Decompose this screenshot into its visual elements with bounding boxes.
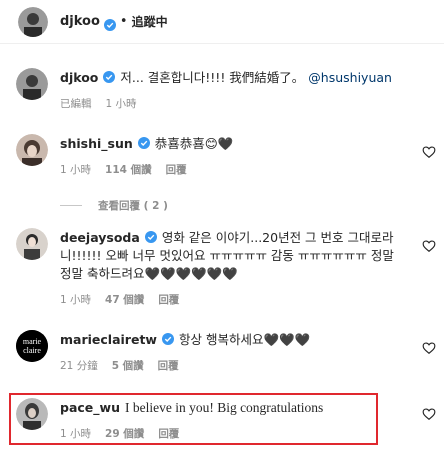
comment-text: marieclairetw 항상 행복하세요🖤🖤🖤 [60,331,410,349]
avatar[interactable] [16,68,48,100]
avatar[interactable]: marie claire [16,330,48,362]
avatar[interactable] [16,228,48,260]
edited-label: 已編輯 [60,98,92,110]
comment-text: shishi_sun 恭喜恭喜😊🖤 [60,135,410,153]
heart-icon[interactable] [422,340,436,354]
timestamp[interactable]: 21 分鐘 [60,358,98,373]
view-replies-button[interactable]: 查看回覆 ( 2 ) [60,198,168,213]
post-header: djkoo • 追蹤中 [0,0,444,44]
likes-count[interactable]: 47 個讚 [105,292,144,307]
likes-count[interactable]: 5 個讚 [112,358,144,373]
separator-dot: • [119,14,128,29]
avatar-logo-top: marie [23,337,42,346]
timestamp[interactable]: 1 小時 [106,96,137,111]
comment-meta: 21 分鐘 5 個讚 回覆 [60,358,410,373]
reply-button[interactable]: 回覆 [158,358,179,373]
avatar[interactable] [16,134,48,166]
likes-count[interactable]: 114 個讚 [105,162,152,177]
comment-meta: 1 小時 114 個讚 回覆 [60,162,410,177]
reply-button[interactable]: 回覆 [158,292,179,307]
header-username[interactable]: djkoo [60,14,100,29]
following-button[interactable]: 追蹤中 [132,13,168,30]
caption-meta: 已編輯 1 小時 [60,96,410,111]
caption-username[interactable]: djkoo [60,70,98,85]
comment-body-line-1: 영화 같은 이야기...20년전 그 번호 그대로라 [161,230,394,245]
verified-icon [103,70,116,83]
comment-text: deejaysoda 영화 같은 이야기...20년전 그 번호 그대로라 [60,229,410,247]
comment-meta: 1 小時 47 個讚 回覆 [60,292,410,307]
verified-icon [137,136,150,149]
divider-line [60,205,82,206]
comment-body: 항상 행복하세요🖤🖤🖤 [178,332,311,347]
heart-icon[interactable] [422,238,436,252]
comment-username[interactable]: deejaysoda [60,230,140,245]
comment-username[interactable]: marieclairetw [60,332,157,347]
timestamp[interactable]: 1 小時 [60,292,91,307]
view-replies-label: 查看回覆 ( 2 ) [98,200,168,212]
reply-button[interactable]: 回覆 [166,162,187,177]
heart-icon[interactable] [422,144,436,158]
highlight-box [9,393,378,445]
avatar-logo-bottom: claire [23,346,41,355]
verified-icon [103,16,116,31]
caption-body: 저... 결혼합니다!!!! 我們結婚了。 [120,70,309,85]
heart-icon[interactable] [422,406,436,420]
timestamp[interactable]: 1 小時 [60,162,91,177]
comment-body: 恭喜恭喜😊🖤 [154,136,234,151]
mention-link[interactable]: @hsushiyuan [308,70,392,85]
comment-body-line-2: 니!!!!!! 오빠 너무 멋있어요 ㅠㅠㅠㅠㅠ 감동 ㅠㅠㅠㅠㅠㅠ 정말 [60,248,394,263]
comment-body-line-3: 정말 축하드려요🖤🖤🖤🖤🖤🖤 [60,266,238,281]
avatar[interactable] [18,6,48,37]
verified-icon [144,230,157,243]
caption-text: djkoo 저... 결혼합니다!!!! 我們結婚了。 @hsushiyuan [60,69,410,87]
comment-username[interactable]: shishi_sun [60,136,133,151]
verified-icon [161,332,174,345]
